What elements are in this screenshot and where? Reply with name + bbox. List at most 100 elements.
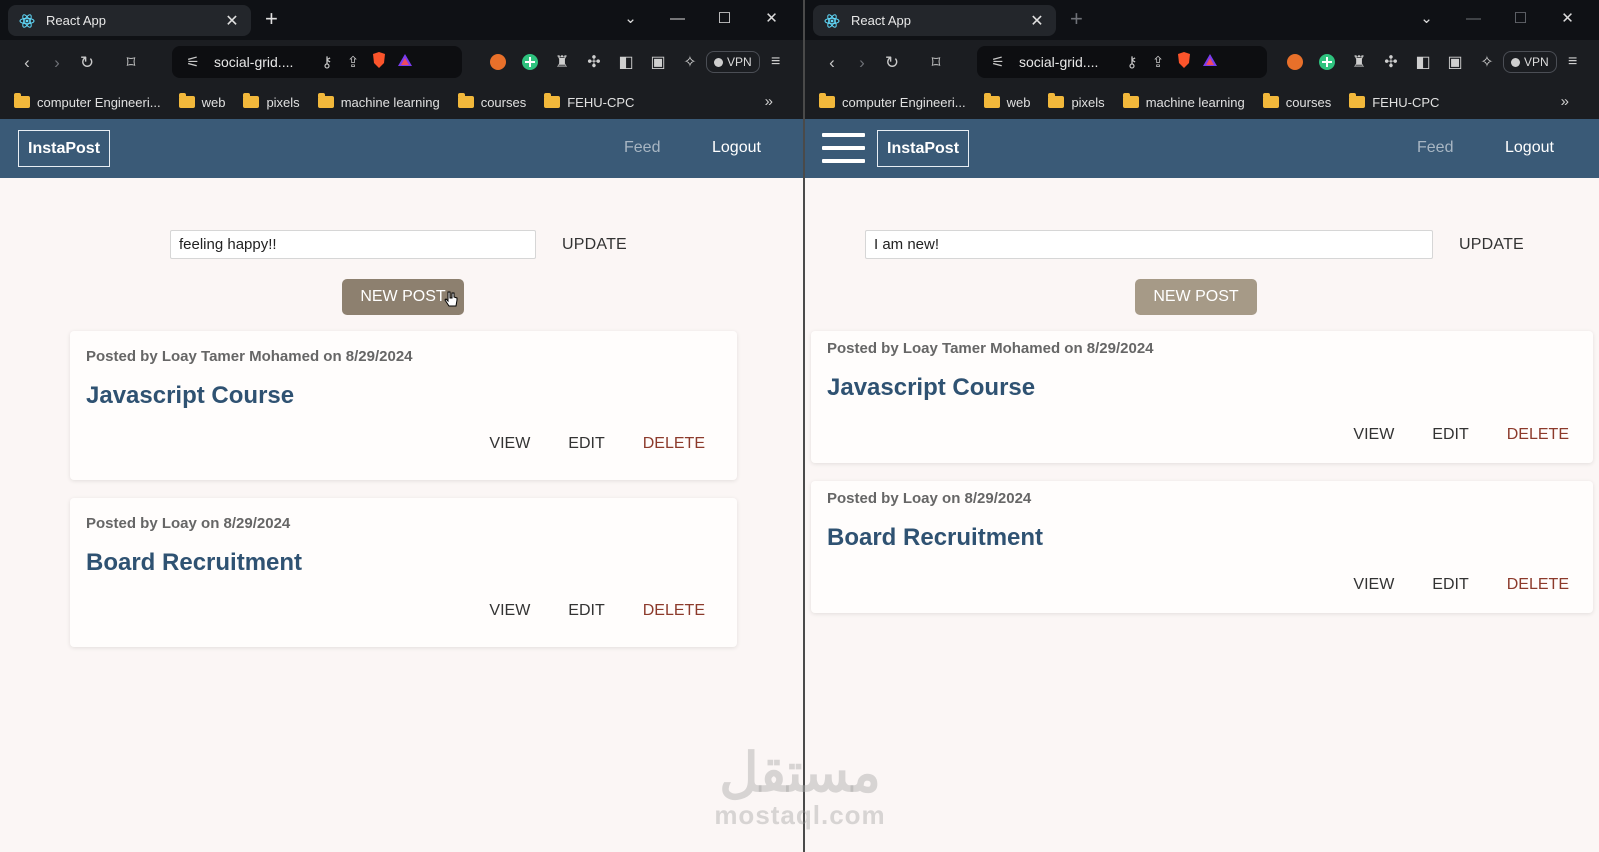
view-button[interactable]: VIEW (489, 602, 530, 620)
forward-icon[interactable]: › (42, 48, 72, 78)
bookmark-folder[interactable]: web (983, 93, 1030, 110)
post-actions: VIEW EDIT DELETE (451, 435, 705, 453)
post-title[interactable]: Javascript Course (827, 374, 1035, 402)
close-window-button[interactable]: ✕ (748, 8, 795, 30)
delete-button[interactable]: DELETE (1507, 576, 1569, 594)
url-text: social-grid.... (214, 54, 294, 70)
bookmark-folder[interactable]: courses (457, 93, 526, 110)
post-title[interactable]: Javascript Course (86, 382, 294, 410)
view-button[interactable]: VIEW (1353, 576, 1394, 594)
bookmark-folder[interactable]: web (178, 93, 225, 110)
close-tab-icon[interactable]: ✕ (223, 11, 241, 31)
edit-button[interactable]: EDIT (1432, 426, 1468, 444)
edit-button[interactable]: EDIT (568, 435, 604, 453)
update-button[interactable]: UPDATE (1459, 236, 1524, 254)
share-icon[interactable]: ⇪ (340, 53, 366, 71)
bookmark-folder[interactable]: computer Engineeri... (819, 93, 966, 110)
minimize-button[interactable]: — (654, 8, 701, 30)
post-text-input[interactable] (170, 230, 536, 259)
more-bookmarks-icon[interactable]: » (765, 93, 773, 110)
bookmark-folder[interactable]: machine learning (317, 93, 440, 110)
menu-icon[interactable]: ≡ (1557, 48, 1589, 76)
extension-hat-icon[interactable]: ♜ (1343, 48, 1375, 76)
more-bookmarks-icon[interactable]: » (1561, 93, 1569, 110)
maximize-button[interactable]: ☐ (701, 8, 748, 30)
post-title[interactable]: Board Recruitment (827, 524, 1043, 552)
view-button[interactable]: VIEW (489, 435, 530, 453)
nav-feed-link[interactable]: Feed (1417, 139, 1453, 157)
bookmark-icon[interactable]: ⌑ (921, 48, 951, 78)
nav-logout-link[interactable]: Logout (712, 139, 761, 157)
brand-logo[interactable]: InstaPost (18, 130, 111, 167)
hamburger-menu-icon[interactable] (822, 133, 865, 163)
delete-button[interactable]: DELETE (643, 602, 705, 620)
close-window-button[interactable]: ✕ (1544, 8, 1591, 30)
extension-hat-icon[interactable]: ♜ (546, 48, 578, 76)
tab-search-chevron-icon[interactable]: ⌄ (607, 8, 654, 30)
vpn-button[interactable]: VPN (706, 51, 760, 73)
brave-rewards-icon[interactable] (1197, 53, 1223, 71)
site-settings-icon[interactable]: ⚟ (985, 53, 1011, 71)
leo-ai-icon[interactable]: ✧ (674, 48, 706, 76)
wallet-icon[interactable]: ▣ (642, 48, 674, 76)
brand-logo[interactable]: InstaPost (877, 130, 970, 167)
address-bar[interactable]: ⚟ social-grid.... ⚷ ⇪ (172, 46, 462, 78)
new-post-button[interactable]: NEW POST (1135, 279, 1257, 315)
reload-icon[interactable]: ↻ (877, 48, 907, 78)
post-title[interactable]: Board Recruitment (86, 549, 302, 577)
nav-feed-link[interactable]: Feed (624, 139, 660, 157)
edit-button[interactable]: EDIT (1432, 576, 1468, 594)
bookmark-folder[interactable]: FEHU-CPC (544, 93, 635, 110)
bookmark-folder[interactable]: courses (1262, 93, 1331, 110)
back-icon[interactable]: ‹ (817, 48, 847, 78)
extension-plus-icon[interactable] (514, 48, 546, 76)
forward-icon[interactable]: › (847, 48, 877, 78)
vpn-label: VPN (727, 55, 752, 69)
bookmark-label: FEHU-CPC (567, 94, 635, 110)
bookmark-folder[interactable]: FEHU-CPC (1349, 93, 1439, 110)
wallet-icon[interactable]: ▣ (1439, 48, 1471, 76)
brave-shields-icon[interactable] (1171, 51, 1197, 73)
minimize-button[interactable]: — (1450, 8, 1497, 30)
tab-search-chevron-icon[interactable]: ⌄ (1403, 8, 1450, 30)
vpn-button[interactable]: VPN (1503, 51, 1557, 73)
sidebar-icon[interactable]: ◧ (1407, 48, 1439, 76)
menu-icon[interactable]: ≡ (760, 48, 792, 76)
folder-icon (983, 93, 1000, 108)
maximize-button[interactable]: ☐ (1497, 8, 1544, 30)
extension-orange-icon[interactable] (1279, 48, 1311, 76)
bookmark-folder[interactable]: pixels (243, 93, 300, 110)
edit-button[interactable]: EDIT (568, 602, 604, 620)
bookmark-icon[interactable]: ⌑ (116, 48, 146, 78)
site-settings-icon[interactable]: ⚟ (180, 53, 206, 71)
tab-react-app[interactable]: React App ✕ (813, 5, 1056, 36)
password-key-icon[interactable]: ⚷ (1119, 53, 1145, 71)
delete-button[interactable]: DELETE (643, 435, 705, 453)
password-key-icon[interactable]: ⚷ (314, 53, 340, 71)
bookmark-folder[interactable]: computer Engineeri... (14, 93, 161, 110)
new-tab-button[interactable]: + (1070, 7, 1083, 31)
update-button[interactable]: UPDATE (562, 236, 627, 254)
bookmark-folder[interactable]: pixels (1048, 93, 1105, 110)
close-tab-icon[interactable]: ✕ (1028, 11, 1046, 31)
extension-plus-icon[interactable] (1311, 48, 1343, 76)
extension-orange-icon[interactable] (482, 48, 514, 76)
brave-shields-icon[interactable] (366, 51, 392, 73)
delete-button[interactable]: DELETE (1507, 426, 1569, 444)
address-bar[interactable]: ⚟ social-grid.... ⚷ ⇪ (977, 46, 1267, 78)
post-actions: VIEW EDIT DELETE (451, 602, 705, 620)
tab-react-app[interactable]: React App ✕ (8, 5, 251, 36)
leo-ai-icon[interactable]: ✧ (1471, 48, 1503, 76)
reload-icon[interactable]: ↻ (72, 48, 102, 78)
back-icon[interactable]: ‹ (12, 48, 42, 78)
extensions-puzzle-icon[interactable]: ✣ (1375, 48, 1407, 76)
share-icon[interactable]: ⇪ (1145, 53, 1171, 71)
sidebar-icon[interactable]: ◧ (610, 48, 642, 76)
post-text-input[interactable] (865, 230, 1433, 259)
bookmark-folder[interactable]: machine learning (1122, 93, 1245, 110)
nav-logout-link[interactable]: Logout (1505, 139, 1554, 157)
extensions-puzzle-icon[interactable]: ✣ (578, 48, 610, 76)
view-button[interactable]: VIEW (1353, 426, 1394, 444)
new-tab-button[interactable]: + (265, 7, 278, 31)
brave-rewards-icon[interactable] (392, 53, 418, 71)
